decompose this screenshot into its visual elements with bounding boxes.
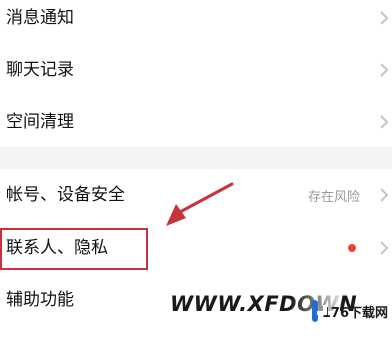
chevron-right-icon bbox=[380, 241, 389, 255]
settings-item-account-security[interactable]: 帐号、设备安全 存在风险 bbox=[0, 169, 392, 221]
watermark-logo: 176下载网 bbox=[312, 294, 388, 328]
settings-item-storage-cleanup[interactable]: 空间清理 bbox=[0, 96, 392, 148]
settings-item-chat-history[interactable]: 聊天记录 bbox=[0, 44, 392, 96]
settings-item-label: 消息通知 bbox=[6, 8, 74, 28]
chevron-right-icon bbox=[380, 63, 389, 77]
chevron-right-icon bbox=[380, 188, 389, 202]
chevron-right-icon bbox=[380, 11, 389, 25]
settings-item-label: 空间清理 bbox=[6, 112, 74, 132]
risk-status-text: 存在风险 bbox=[307, 189, 360, 205]
site-logo-text: 176下载网 bbox=[321, 305, 388, 321]
settings-item-notifications[interactable]: 消息通知 bbox=[0, 0, 392, 44]
settings-item-label: 辅助功能 bbox=[6, 290, 74, 310]
settings-item-label: 聊天记录 bbox=[6, 60, 74, 80]
site-logo-icon bbox=[312, 300, 327, 322]
section-separator bbox=[0, 147, 392, 169]
highlight-box bbox=[0, 228, 148, 270]
chevron-right-icon bbox=[380, 115, 389, 129]
settings-item-label: 帐号、设备安全 bbox=[6, 185, 125, 205]
red-dot-badge bbox=[348, 244, 356, 252]
